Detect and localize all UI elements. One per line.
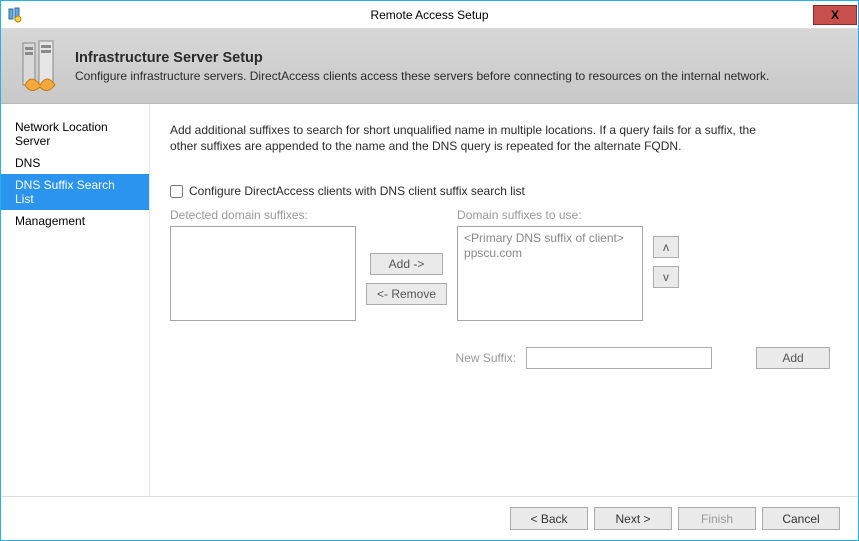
move-down-button[interactable]: ᴠ [653,266,679,288]
wizard-header: Infrastructure Server Setup Configure in… [1,29,858,104]
app-icon [7,7,23,23]
new-suffix-label: New Suffix: [450,351,516,365]
sidebar-item-nls[interactable]: Network Location Server [1,116,149,152]
content-area: Add additional suffixes to search for sh… [150,104,858,496]
sidebar: Network Location Server DNS DNS Suffix S… [1,104,150,496]
intro-text: Add additional suffixes to search for sh… [170,122,760,154]
detected-suffixes-list[interactable] [170,226,356,321]
detected-label: Detected domain suffixes: [170,208,356,222]
new-suffix-input[interactable] [526,347,712,369]
finish-button[interactable]: Finish [678,507,756,530]
touse-label: Domain suffixes to use: [457,208,643,222]
page-subtitle: Configure infrastructure servers. Direct… [75,69,769,83]
next-button[interactable]: Next > [594,507,672,530]
back-button[interactable]: < Back [510,507,588,530]
move-up-button[interactable]: ᴧ [653,236,679,258]
sidebar-item-dns[interactable]: DNS [1,152,149,174]
window-title: Remote Access Setup [1,8,858,22]
configure-suffix-checkbox[interactable] [170,185,183,198]
remove-suffix-button[interactable]: <- Remove [366,283,447,305]
add-suffix-button[interactable]: Add -> [370,253,443,275]
server-tower-icon [17,39,63,93]
new-suffix-add-button[interactable]: Add [756,347,830,369]
titlebar: Remote Access Setup X [1,1,858,29]
list-item[interactable]: <Primary DNS suffix of client> [464,231,636,246]
list-item[interactable]: ppscu.com [464,246,636,261]
configure-suffix-label: Configure DirectAccess clients with DNS … [189,184,525,198]
page-title: Infrastructure Server Setup [75,50,769,66]
sidebar-item-management[interactable]: Management [1,210,149,232]
sidebar-item-dns-suffix[interactable]: DNS Suffix Search List [1,174,149,210]
touse-suffixes-list[interactable]: <Primary DNS suffix of client> ppscu.com [457,226,643,321]
close-button[interactable]: X [813,5,857,25]
cancel-button[interactable]: Cancel [762,507,840,530]
wizard-footer: < Back Next > Finish Cancel [1,496,858,540]
wizard-window: Remote Access Setup X Infrastructure Ser… [0,0,859,541]
